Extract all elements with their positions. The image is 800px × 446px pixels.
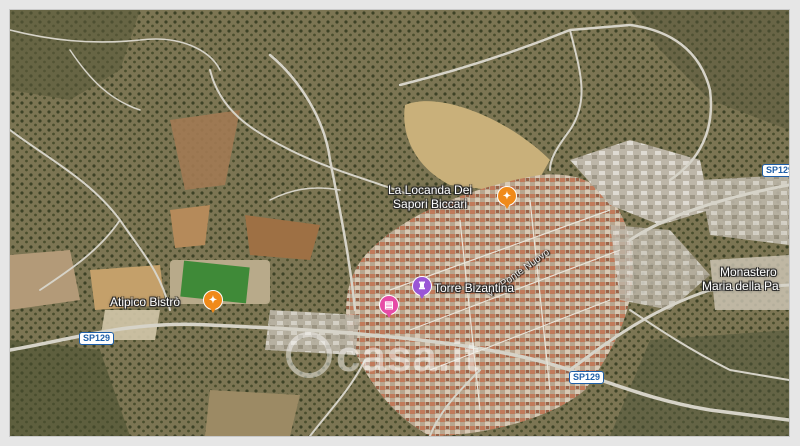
- fork-knife-icon: ✦: [502, 190, 512, 202]
- watermark-logo: [286, 332, 332, 378]
- restaurant-pin-atipico[interactable]: ✦: [203, 290, 223, 313]
- hotel-icon: ▤: [384, 299, 394, 311]
- fork-knife-icon: ✦: [208, 294, 218, 306]
- place-label-line: Monastero: [720, 265, 777, 279]
- place-label-torre-bizantina[interactable]: Torre Bizantina: [434, 281, 514, 295]
- restaurant-pin-la-locanda[interactable]: ✦: [497, 186, 517, 209]
- place-label-monastero[interactable]: Monastero Maria della Pa: [702, 265, 779, 293]
- satellite-map[interactable]: Via Ponte Nuovo SP129 SP129 SP129 La Loc…: [10, 10, 789, 436]
- place-label-line: Maria della Pa: [702, 279, 779, 293]
- landmark-pin-torre-bizantina[interactable]: ♜: [412, 276, 432, 299]
- watermark-text: casa.it: [336, 332, 480, 381]
- road-shield-sp129-east: SP129: [762, 164, 789, 177]
- place-label-line: Sapori Biccari: [393, 197, 468, 211]
- tower-icon: ♜: [417, 280, 427, 292]
- road-shield-sp129-south: SP129: [569, 371, 605, 384]
- road-shield-sp129-west: SP129: [79, 332, 115, 345]
- place-label-line: La Locanda Dei: [388, 183, 473, 197]
- place-label-la-locanda[interactable]: La Locanda Dei Sapori Biccari: [388, 183, 472, 211]
- place-label-atipico-bistro[interactable]: Atipico Bistrò: [110, 295, 180, 309]
- lodging-pin[interactable]: ▤: [379, 295, 399, 318]
